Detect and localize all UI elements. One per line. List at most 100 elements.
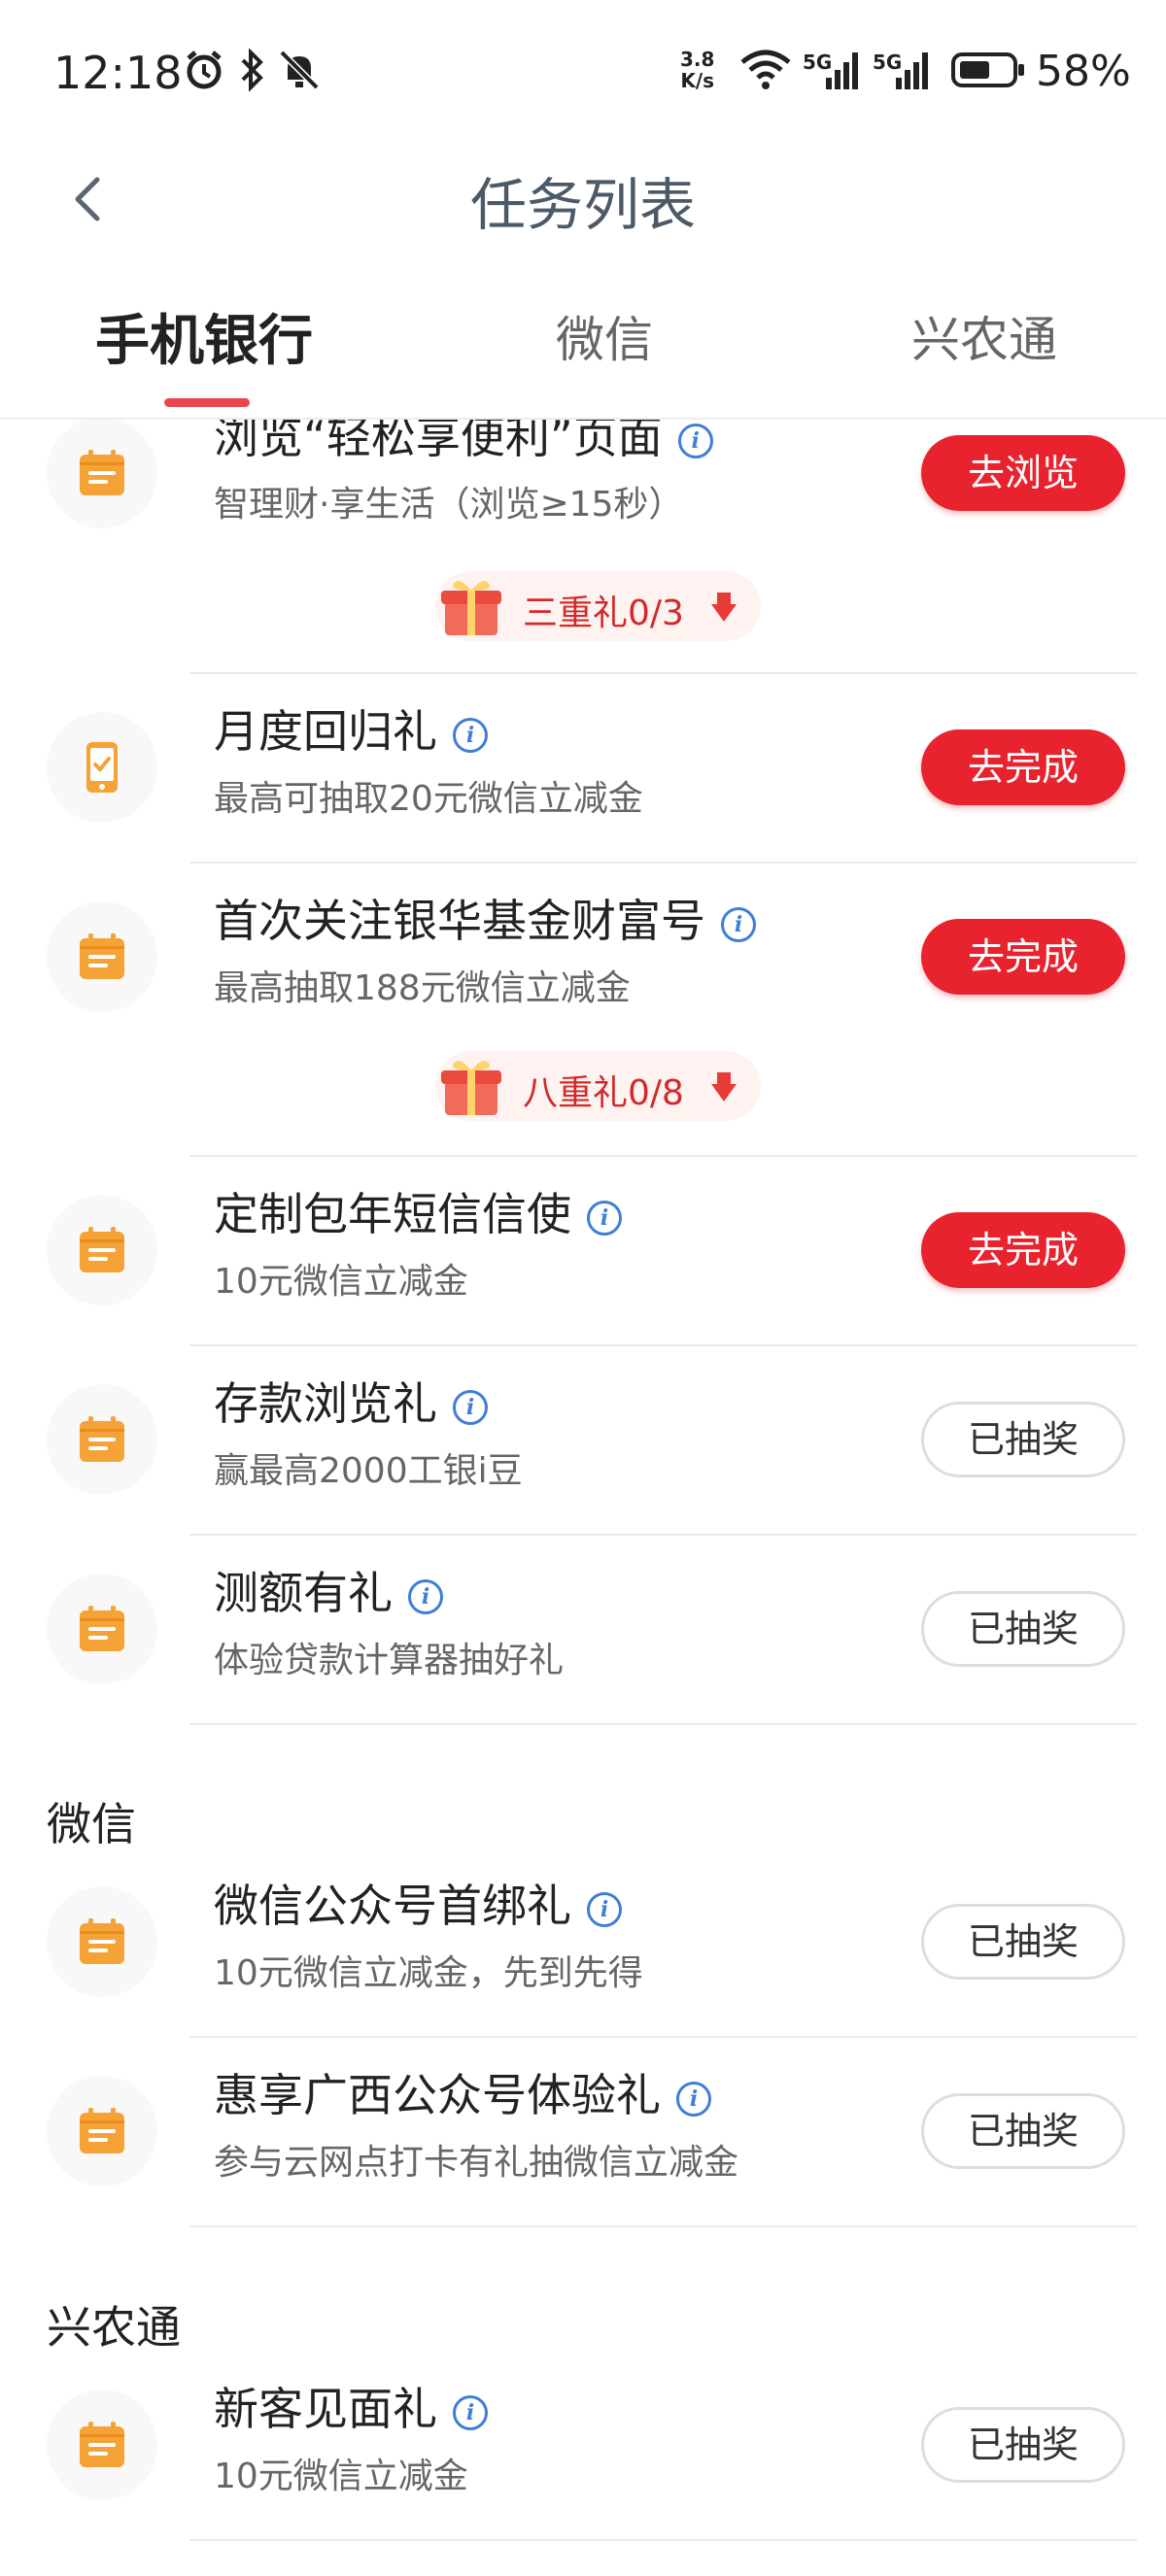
task-subtitle: 10元微信立减金: [214, 2457, 468, 2496]
complete-button[interactable]: 去完成: [921, 919, 1125, 995]
task-subtitle: 参与云网点打卡有礼抽微信立减金: [214, 2143, 739, 2183]
task-row: 存款浏览礼 i 赢最高2000工银i豆 已抽奖: [0, 1345, 1166, 1534]
signal-bars-icon: [896, 52, 928, 89]
task-icon-container: [47, 1195, 157, 1305]
network-speed-value: 3.8: [680, 48, 715, 71]
section-title-wechat: 微信: [47, 1798, 136, 1850]
task-title: 月度回归礼 i: [214, 696, 488, 761]
tab-mobile-banking[interactable]: 手机银行: [95, 297, 313, 376]
task-subtitle: 最高可抽取20元微信立减金: [214, 779, 643, 819]
task-icon-container: [47, 901, 157, 1012]
task-title: 新客见面礼 i: [214, 2374, 488, 2438]
calendar-icon: [80, 450, 124, 495]
task-icon-container: [47, 2076, 157, 2186]
complete-button[interactable]: 去完成: [921, 729, 1125, 805]
calendar-icon: [80, 2108, 124, 2153]
task-title: 定制包年短信信使 i: [214, 1179, 622, 1243]
wifi-icon: [740, 50, 791, 89]
task-title-text: 浏览“轻松享便利”页面: [214, 420, 663, 463]
network-speed: 3.8 K/s: [680, 49, 714, 91]
task-subtitle: 赢最高2000工银i豆: [214, 1451, 523, 1491]
task-row: 首次关注银华基金财富号 i 最高抽取188元微信立减金 去完成: [0, 863, 1166, 1051]
section-title-xingnongtong: 兴农通: [47, 2301, 181, 2354]
task-icon-container: [47, 1574, 157, 1684]
calendar-icon: [80, 933, 124, 979]
task-title: 存款浏览礼 i: [214, 1369, 488, 1433]
alarm-icon: [187, 51, 222, 89]
task-icon-container: [47, 420, 157, 528]
divider: [189, 2225, 1137, 2227]
browse-button[interactable]: 去浏览: [921, 435, 1125, 511]
divider: [189, 2539, 1137, 2541]
bundle-label: 八重礼0/8: [523, 1073, 684, 1113]
task-title: 惠享广西公众号体验礼 i: [214, 2060, 711, 2124]
calendar-icon: [80, 1918, 124, 1964]
task-title-text: 惠享广西公众号体验礼: [214, 2069, 661, 2121]
calendar-icon: [80, 1227, 124, 1272]
task-row: 月度回归礼 i 最高可抽取20元微信立减金 去完成: [0, 673, 1166, 862]
battery-percent: 58%: [1036, 47, 1131, 96]
task-icon-container: [47, 1384, 157, 1495]
signal-bars-icon: [826, 52, 858, 89]
battery-icon: [951, 52, 1024, 87]
drawn-button[interactable]: 已抽奖: [921, 1591, 1125, 1667]
info-icon[interactable]: i: [453, 1389, 488, 1425]
nav-header: 任务列表: [0, 146, 1166, 253]
task-row: 惠享广西公众号体验礼 i 参与云网点打卡有礼抽微信立减金 已抽奖: [0, 2037, 1166, 2225]
task-title: 浏览“轻松享便利”页面 i: [214, 420, 713, 466]
calendar-icon: [80, 1416, 124, 1462]
status-bar: 12:18 3.8 K/s 5G 5G 58%: [0, 0, 1166, 146]
tab-xingnongtong[interactable]: 兴农通: [911, 301, 1057, 371]
task-title-text: 月度回归礼: [214, 705, 437, 758]
info-icon[interactable]: i: [677, 423, 713, 458]
status-time: 12:18: [53, 47, 183, 99]
info-icon[interactable]: i: [453, 2394, 488, 2430]
info-icon[interactable]: i: [408, 1578, 443, 1614]
task-icon-container: [47, 1886, 157, 1997]
drawn-button[interactable]: 已抽奖: [921, 2407, 1125, 2483]
task-subtitle: 智理财·享生活（浏览≥15秒）: [214, 485, 684, 525]
arrow-down-icon: [711, 1072, 737, 1102]
task-title-text: 存款浏览礼: [214, 1377, 437, 1430]
network-speed-unit: K/s: [680, 69, 715, 92]
gift-bundle-badge[interactable]: 三重礼0/3: [435, 571, 761, 641]
task-subtitle: 10元微信立减金，先到先得: [214, 1953, 643, 1993]
info-icon[interactable]: i: [453, 717, 488, 753]
tab-active-indicator: [164, 398, 250, 407]
task-subtitle: 体验贷款计算器抽好礼: [214, 1641, 565, 1680]
task-subtitle: 最高抽取188元微信立减金: [214, 968, 631, 1008]
task-title: 首次关注银华基金财富号 i: [214, 886, 756, 950]
task-row: 新客见面礼 i 10元微信立减金 已抽奖: [0, 2351, 1166, 2539]
arrow-down-icon: [711, 593, 737, 622]
task-list: 浏览“轻松享便利”页面 i 智理财·享生活（浏览≥15秒） 去浏览 三重礼0/3 …: [0, 420, 1166, 2576]
drawn-button[interactable]: 已抽奖: [921, 2093, 1125, 2169]
complete-button[interactable]: 去完成: [921, 1212, 1125, 1288]
task-subtitle: 10元微信立减金: [214, 1262, 468, 1302]
drawn-button[interactable]: 已抽奖: [921, 1904, 1125, 1980]
task-row: 微信公众号首绑礼 i 10元微信立减金，先到先得 已抽奖: [0, 1847, 1166, 2036]
drawn-button[interactable]: 已抽奖: [921, 1402, 1125, 1477]
info-icon[interactable]: i: [587, 1200, 622, 1236]
task-row: 浏览“轻松享便利”页面 i 智理财·享生活（浏览≥15秒） 去浏览: [0, 420, 1166, 567]
task-title-text: 首次关注银华基金财富号: [214, 895, 705, 947]
task-title: 测额有礼 i: [214, 1558, 443, 1622]
info-icon[interactable]: i: [676, 2081, 711, 2117]
calendar-icon: [80, 1606, 124, 1651]
task-title-text: 微信公众号首绑礼: [214, 1880, 571, 1932]
tab-wechat[interactable]: 微信: [556, 301, 653, 371]
tab-bar: 手机银行 微信 兴农通: [0, 282, 1166, 420]
task-row: 定制包年短信信使 i 10元微信立减金 去完成: [0, 1156, 1166, 1344]
bundle-label: 三重礼0/3: [523, 593, 684, 633]
info-icon[interactable]: i: [721, 906, 756, 942]
gift-box-icon: [441, 581, 501, 635]
task-icon-container: [47, 712, 157, 823]
page-title: 任务列表: [469, 172, 696, 238]
mute-icon: [279, 50, 320, 90]
gift-bundle-badge[interactable]: 八重礼0/8: [435, 1051, 761, 1121]
task-icon-container: [47, 2390, 157, 2500]
gift-box-icon: [441, 1061, 501, 1115]
info-icon[interactable]: i: [587, 1891, 622, 1927]
task-title: 微信公众号首绑礼 i: [214, 1871, 622, 1935]
task-title-text: 测额有礼: [214, 1567, 393, 1619]
calendar-icon: [80, 2422, 124, 2467]
